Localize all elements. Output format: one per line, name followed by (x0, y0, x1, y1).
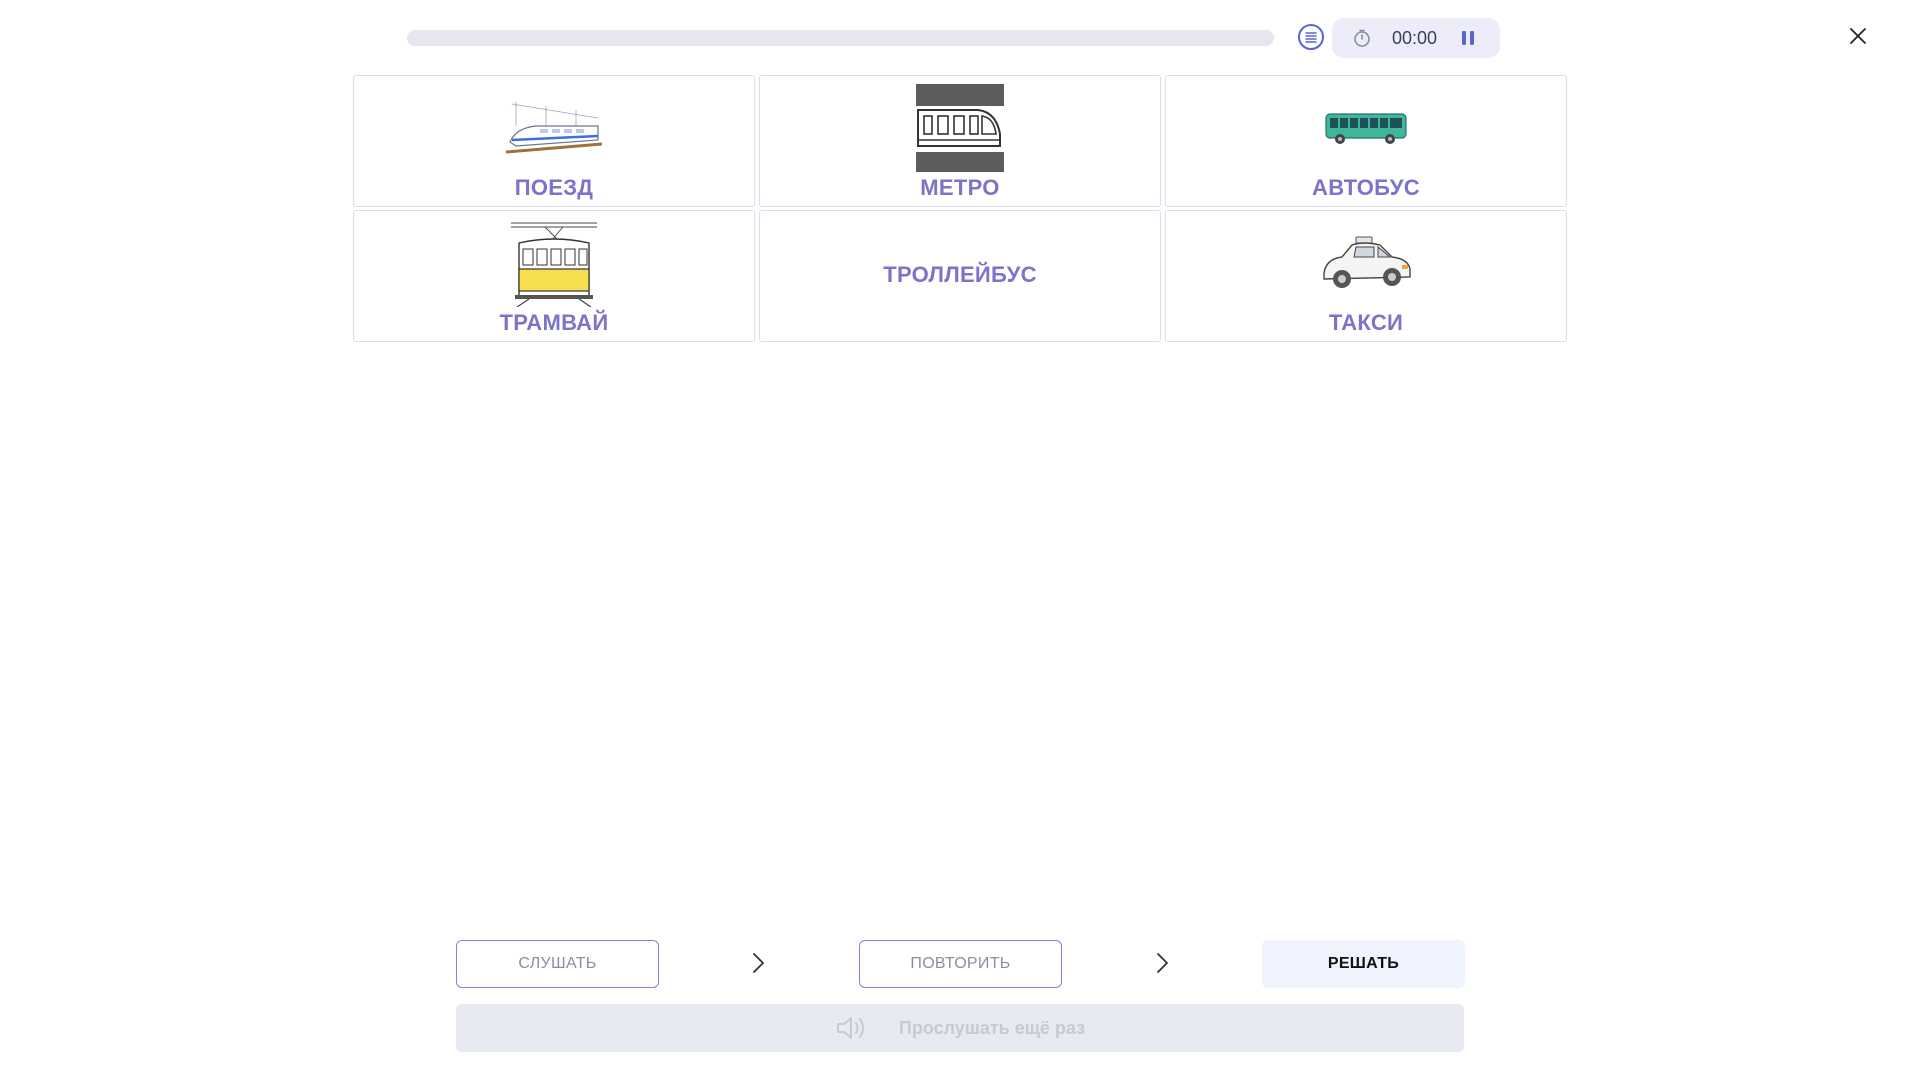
card-label: АВТОБУС (1312, 175, 1420, 200)
card-taxi[interactable]: ТАКСИ (1165, 210, 1567, 342)
card-tram[interactable]: ТРАМВАЙ (353, 210, 755, 342)
metro-image (910, 84, 1010, 172)
timer: 00:00 (1332, 18, 1500, 58)
card-label: ТРОЛЛЕЙБУС (883, 262, 1037, 287)
card-label: ПОЕЗД (514, 175, 594, 200)
train-image (504, 84, 604, 172)
repeat-button[interactable]: ПОВТОРИТЬ (859, 940, 1062, 988)
chevron-right-icon (1152, 950, 1172, 976)
close-icon (1850, 28, 1866, 44)
card-bus[interactable]: АВТОБУС (1165, 75, 1567, 207)
exercise-page: 00:00 ПОЕЗД МЕТРО АВТОБУС ТРАМВАЙ ТРОЛЛЕ… (0, 0, 1920, 1080)
close-button[interactable] (1846, 24, 1870, 48)
card-label: МЕТРО (920, 175, 1000, 200)
answer-cards-grid: ПОЕЗД МЕТРО АВТОБУС ТРАМВАЙ ТРОЛЛЕЙБУС Т… (353, 75, 1567, 342)
replay-button[interactable]: Прослушать ещё раз (456, 1004, 1464, 1052)
tram-image (504, 219, 604, 307)
listen-button[interactable]: СЛУШАТЬ (456, 940, 659, 988)
list-icon (1305, 32, 1317, 43)
bus-image (1316, 84, 1416, 172)
list-button[interactable] (1298, 24, 1324, 50)
chevron-right-icon (748, 950, 768, 976)
timer-value: 00:00 (1392, 28, 1438, 48)
progress-bar (407, 30, 1274, 46)
solve-button[interactable]: РЕШАТЬ (1262, 940, 1465, 988)
replay-label: Прослушать ещё раз (898, 1017, 1086, 1038)
taxi-image (1316, 219, 1416, 307)
card-label: ТАКСИ (1328, 310, 1404, 335)
stopwatch-icon (1352, 28, 1372, 48)
card-label: ТРАМВАЙ (499, 310, 609, 335)
card-train[interactable]: ПОЕЗД (353, 75, 755, 207)
speaker-icon (835, 1014, 869, 1042)
card-trolleybus[interactable]: ТРОЛЛЕЙБУС (759, 210, 1161, 342)
pause-icon[interactable] (1459, 29, 1477, 47)
card-metro[interactable]: МЕТРО (759, 75, 1161, 207)
